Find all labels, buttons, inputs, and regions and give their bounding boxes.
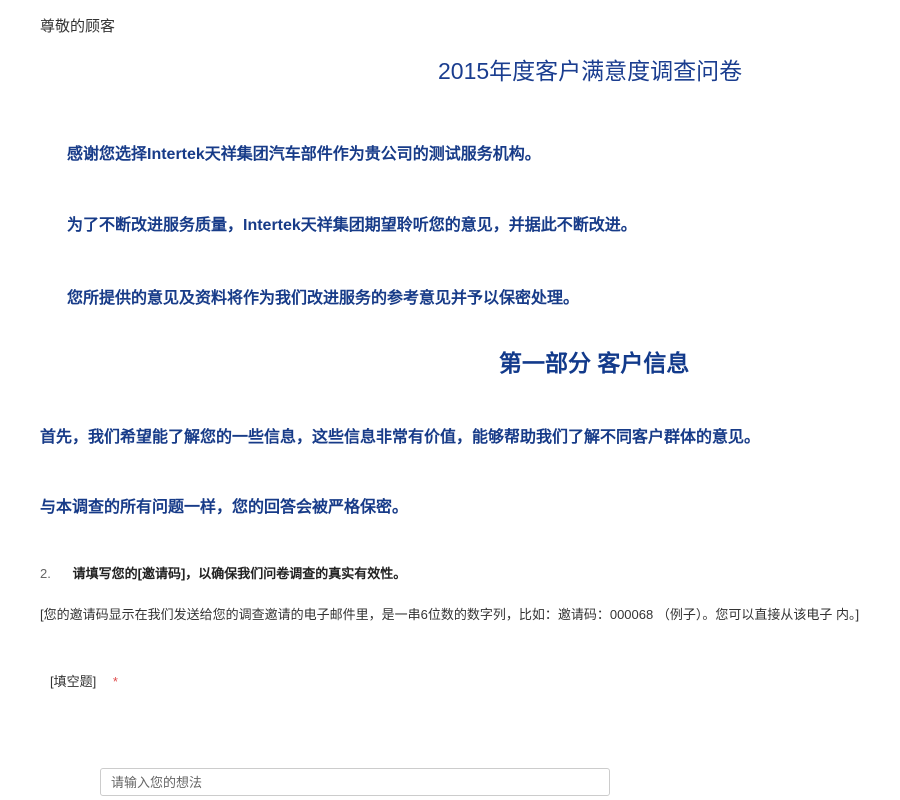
question-heading: 2. 请填写您的[邀请码]，以确保我们问卷调查的真实有效性。 xyxy=(40,563,406,582)
question-type: [填空题] * xyxy=(50,671,118,690)
intro-text-1: 感谢您选择Intertek天祥集团汽车部件作为贵公司的测试服务机构。 xyxy=(67,146,541,163)
section-text-1: 首先，我们希望能了解您的一些信息，这些信息非常有价值，能够帮助我们了解不同客户群… xyxy=(40,429,761,446)
survey-title: 2015年度客户满意度调查问卷 xyxy=(438,58,743,84)
greeting: 尊敬的顾客 xyxy=(40,18,116,35)
question-number: 2. xyxy=(40,566,51,581)
intro-text-3: 您所提供的意见及资料将作为我们改进服务的参考意见并予以保密处理。 xyxy=(67,290,580,307)
section-text-2: 与本调查的所有问题一样，您的回答会被严格保密。 xyxy=(40,499,409,516)
question-text: 请填写您的[邀请码]，以确保我们问卷调查的真实有效性。 xyxy=(72,566,407,581)
question-type-label: [填空题] xyxy=(50,674,97,689)
answer-input[interactable] xyxy=(100,768,610,796)
required-mark: * xyxy=(112,674,118,689)
section-title: 第一部分 客户信息 xyxy=(499,350,690,376)
intro-text-2: 为了不断改进服务质量，Intertek天祥集团期望聆听您的意见，并据此不断改进。 xyxy=(67,217,637,234)
survey-page: 尊敬的顾客 2015年度客户满意度调查问卷 感谢您选择Intertek天祥集团汽… xyxy=(0,0,900,800)
question-description: [您的邀请码显示在我们发送给您的调查邀请的电子邮件里，是一串6位数的数字列，比如… xyxy=(40,607,860,622)
